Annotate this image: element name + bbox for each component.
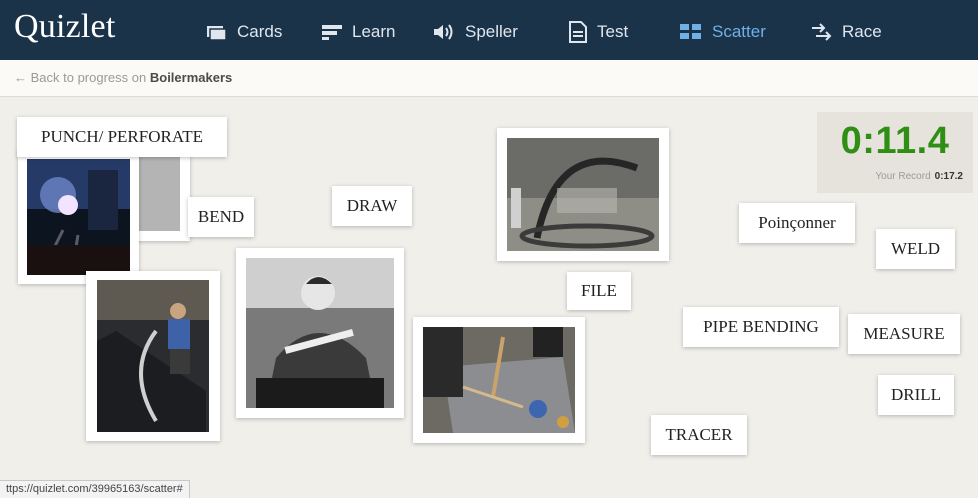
sheet-metal-tracing-photo — [413, 317, 585, 443]
nav-speller[interactable]: Speller — [433, 19, 518, 45]
record-label: Your Record — [875, 171, 931, 182]
back-bar: ← Back to progress on Boilermakers — [0, 60, 978, 97]
nav-test[interactable]: Test — [569, 19, 628, 45]
drawing-tool-photo-tile[interactable] — [236, 248, 404, 418]
quizlet-logo[interactable]: Quizlet — [14, 8, 115, 46]
pipe-bending-photo-tile[interactable] — [86, 271, 220, 441]
nav-race-label: Race — [842, 22, 882, 41]
word-card-measure[interactable]: MEASURE — [848, 314, 960, 354]
nav-scatter-label: Scatter — [712, 22, 766, 41]
nav-test-label: Test — [597, 22, 629, 41]
pipe-bending-photo — [86, 271, 220, 441]
race-icon — [810, 22, 832, 42]
back-link-prefix: ← Back to progress on — [14, 70, 147, 85]
test-document-icon — [569, 21, 587, 43]
nav-cards-label: Cards — [237, 22, 283, 41]
browser-status-url: ttps://quizlet.com/39965163/scatter# — [0, 480, 190, 498]
learn-icon — [322, 24, 342, 40]
nav-race[interactable]: Race — [810, 19, 882, 45]
back-to-progress-link[interactable]: ← Back to progress on Boilermakers — [14, 70, 232, 85]
workshop-arch-photo-tile[interactable] — [497, 128, 669, 261]
speaker-icon — [433, 23, 455, 41]
scatter-icon — [680, 23, 702, 41]
nav-learn-label: Learn — [352, 22, 396, 41]
record-value: 0:17.2 — [934, 171, 963, 182]
elapsed-timer: 0:11.4 — [840, 120, 950, 162]
word-card-tracer[interactable]: TRACER — [651, 415, 747, 455]
nav-speller-label: Speller — [465, 22, 518, 41]
word-card-drill[interactable]: DRILL — [878, 375, 954, 415]
nav-scatter[interactable]: Scatter — [680, 19, 766, 45]
timer-panel: 0:11.4 Your Record 0:17.2 — [817, 112, 973, 193]
welding-photo-tile[interactable] — [18, 150, 139, 284]
word-card-file[interactable]: FILE — [567, 272, 631, 310]
drawing-tool-photo — [236, 248, 404, 418]
cards-icon — [207, 24, 227, 40]
welding-photo — [18, 150, 139, 284]
set-name: Boilermakers — [149, 70, 233, 85]
word-card-punch-perforate[interactable]: PUNCH/ PERFORATE — [17, 117, 227, 157]
nav-learn[interactable]: Learn — [322, 19, 395, 45]
top-navigation-bar: Quizlet Cards Learn Speller Test Scatter — [0, 0, 978, 60]
word-card-bend[interactable]: BEND — [188, 197, 254, 237]
word-card-draw[interactable]: DRAW — [332, 186, 412, 226]
nav-cards[interactable]: Cards — [207, 19, 282, 45]
record-line: Your Record 0:17.2 — [875, 171, 963, 182]
word-card-weld[interactable]: WELD — [876, 229, 955, 269]
word-card-poinconner[interactable]: Poinçonner — [739, 203, 855, 243]
workshop-arch-photo — [497, 128, 669, 261]
sheet-metal-photo-tile[interactable] — [413, 317, 585, 443]
word-card-pipe-bending[interactable]: PIPE BENDING — [683, 307, 839, 347]
